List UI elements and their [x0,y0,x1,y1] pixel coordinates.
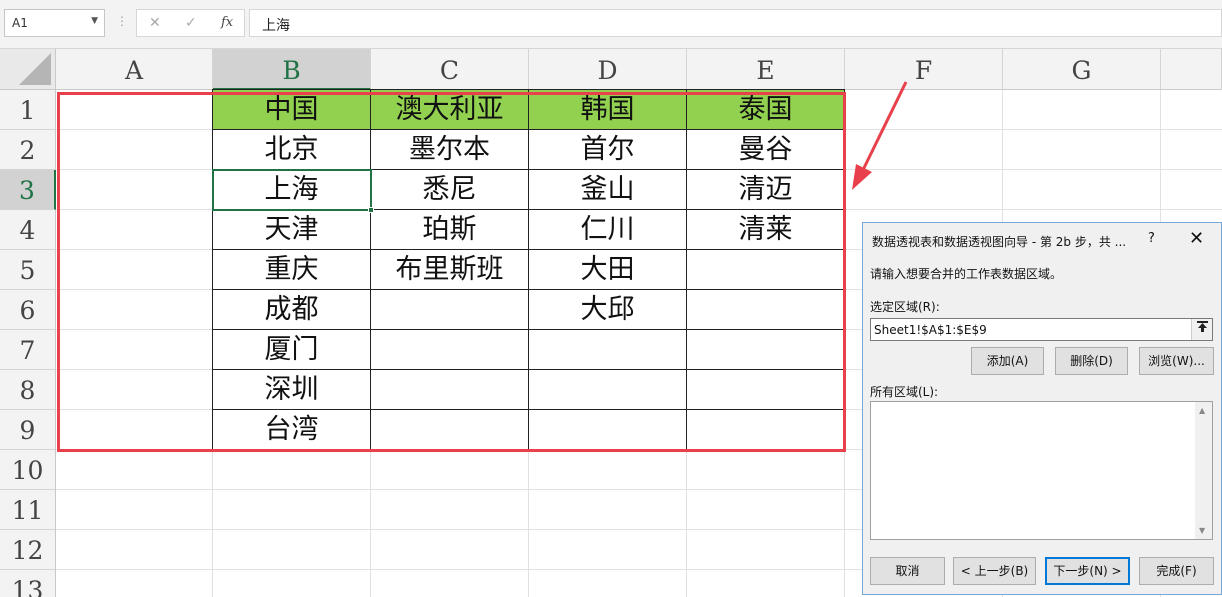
collapse-dialog-icon[interactable] [1191,319,1212,340]
all-ranges-list[interactable]: ▲ ▼ [870,401,1213,540]
row-header-12[interactable]: 12 [0,530,56,570]
row-header-3[interactable]: 3 [0,170,56,210]
row-header-2[interactable]: 2 [0,130,56,170]
browse-button[interactable]: 浏览(W)... [1139,347,1214,375]
column-header-a[interactable]: A [56,49,213,90]
column-header-b[interactable]: B [213,49,371,90]
select-all-triangle-icon [19,53,51,85]
arrow-shaft [860,81,908,173]
column-header-g[interactable]: G [1003,49,1161,90]
arrow-head [852,164,872,190]
column-header-c[interactable]: C [371,49,529,90]
formula-input[interactable]: 上海 [249,9,1222,37]
range-input[interactable]: Sheet1!$A$1:$E$9 [870,318,1213,341]
row-header-9[interactable]: 9 [0,410,56,450]
row-header-6[interactable]: 6 [0,290,56,330]
list-scrollbar[interactable]: ▲ ▼ [1195,402,1212,539]
scroll-down-icon[interactable]: ▼ [1199,526,1205,535]
add-button[interactable]: 添加(A) [971,347,1044,375]
chevron-down-icon[interactable]: ▼ [91,16,98,26]
collapse-arrow-icon [1196,321,1208,332]
name-box[interactable]: A1 ▼ [4,9,105,37]
scroll-up-icon[interactable]: ▲ [1199,406,1205,415]
column-header-e[interactable]: E [687,49,845,90]
finish-button[interactable]: 完成(F) [1139,557,1214,585]
dialog-title: 数据透视表和数据透视图向导 - 第 2b 步，共 ... [872,235,1127,249]
cancel-icon[interactable]: ✕ [149,15,161,31]
row-header-1[interactable]: 1 [0,90,56,130]
name-box-value: A1 [12,16,28,30]
row-header-11[interactable]: 11 [0,490,56,530]
row-header-5[interactable]: 5 [0,250,56,290]
formula-bar: A1 ▼ ⋮ ✕ ✓ fx 上海 [0,0,1222,49]
column-header-d[interactable]: D [529,49,687,90]
selected-range-highlight [57,92,846,452]
row-header-7[interactable]: 7 [0,330,56,370]
excel-window: A1 ▼ ⋮ ✕ ✓ fx 上海 ABCDEFG 1 2 3 4 5 6 7 8 9 10 11 12… [0,0,1222,597]
row-header-10[interactable]: 10 [0,450,56,490]
formula-bar-grip-icon: ⋮ [116,14,128,28]
delete-button[interactable]: 删除(D) [1055,347,1128,375]
pivot-wizard-dialog: 数据透视表和数据透视图向导 - 第 2b 步，共 ... ? ✕ 请输入想要合并… [862,222,1222,595]
select-all-button[interactable] [0,49,56,90]
insert-function-icon[interactable]: fx [221,15,233,30]
enter-icon[interactable]: ✓ [185,15,197,31]
cancel-button[interactable]: 取消 [870,557,945,585]
row-header-4[interactable]: 4 [0,210,56,250]
back-button[interactable]: < 上一步(B) [953,557,1036,585]
dialog-prompt: 请输入想要合并的工作表数据区域。 [870,267,1063,281]
column-header-f[interactable]: F [845,49,1003,90]
range-label: 选定区域(R): [870,300,940,314]
row-header-13[interactable]: 13 [0,570,56,597]
all-ranges-label: 所有区域(L): [870,385,939,399]
column-header-partial[interactable] [1161,49,1222,90]
help-icon[interactable]: ? [1148,231,1155,246]
close-icon[interactable]: ✕ [1189,228,1204,249]
row-header-8[interactable]: 8 [0,370,56,410]
formula-buttons: ✕ ✓ fx [136,9,245,37]
table-border [212,89,845,90]
next-button[interactable]: 下一步(N) > [1045,557,1130,585]
